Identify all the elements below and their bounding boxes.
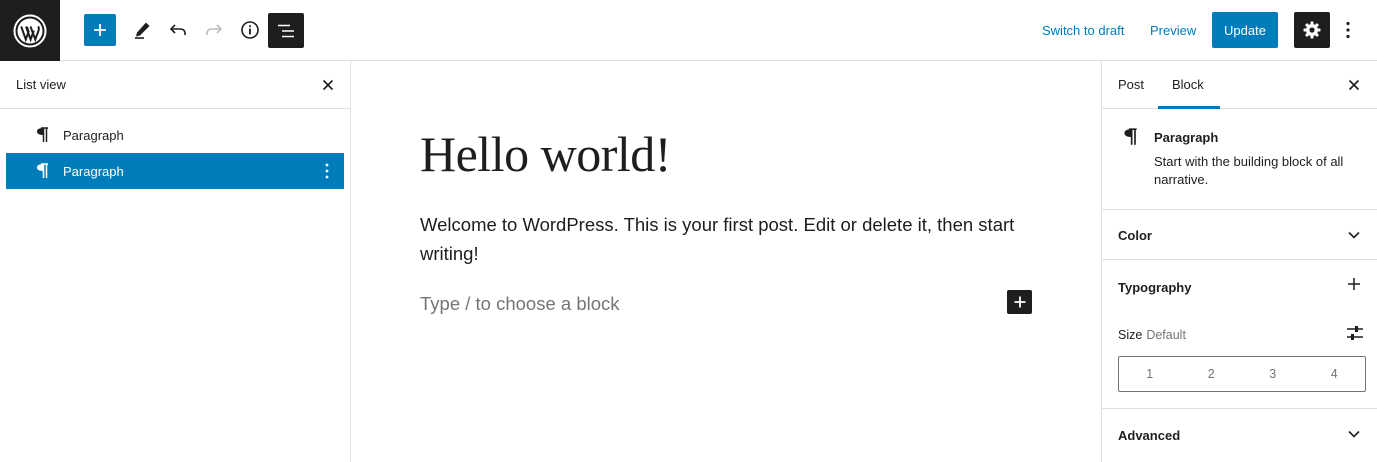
block-card: Paragraph Start with the building block … [1102,109,1377,210]
wordpress-logo-button[interactable] [0,0,60,61]
switch-to-draft-button[interactable]: Switch to draft [1042,23,1124,38]
options-menu-button[interactable] [1338,14,1358,46]
block-options-button[interactable] [317,161,337,181]
sidebar-tabs: Post Block [1102,61,1377,109]
typography-options-button[interactable] [1344,274,1364,294]
tab-post[interactable]: Post [1118,77,1144,92]
paragraph-block[interactable]: Welcome to WordPress. This is your first… [420,210,1020,268]
redo-button[interactable] [198,14,230,46]
block-placeholder[interactable]: Type / to choose a block [420,293,620,315]
update-button[interactable]: Update [1212,12,1278,48]
pencil-icon [135,22,150,39]
list-view-item[interactable]: Paragraph [6,117,344,153]
sliders-icon [1347,326,1363,340]
list-view-title: List view [16,77,66,92]
font-size-label: Size Default [1118,328,1186,342]
font-size-picker: 1 2 3 4 [1118,356,1366,392]
more-vertical-icon [325,163,329,179]
plus-icon [94,24,106,36]
color-panel-title: Color [1118,228,1152,243]
font-size-value: Default [1146,328,1186,342]
advanced-panel[interactable]: Advanced [1102,409,1377,462]
advanced-panel-toggle[interactable] [1344,424,1364,444]
undo-icon [169,24,186,35]
wordpress-icon [13,14,47,47]
paragraph-icon [37,163,48,178]
undo-button[interactable] [162,14,194,46]
redo-icon [206,24,223,35]
tab-block[interactable]: Block [1172,77,1204,92]
close-icon [1348,79,1360,91]
settings-button[interactable] [1294,12,1330,48]
typography-panel: Typography Size Default 1 2 3 4 [1102,260,1377,409]
plus-icon [1348,278,1360,290]
gear-icon [1303,21,1321,39]
font-size-option[interactable]: 4 [1304,367,1366,381]
tools-button[interactable] [126,14,158,46]
paragraph-icon [1124,128,1137,145]
list-view-item-label: Paragraph [63,128,124,143]
settings-sidebar: Post Block Paragraph Start with the buil… [1101,61,1377,462]
list-view-item-label: Paragraph [63,164,124,179]
list-view-item-selected[interactable]: Paragraph [6,153,344,189]
info-icon [241,21,259,39]
close-list-view-button[interactable] [318,75,338,95]
font-size-label-text: Size [1118,328,1143,342]
chevron-down-icon [1348,430,1360,438]
block-card-title: Paragraph [1154,130,1219,145]
editor-canvas: Hello world! Welcome to WordPress. This … [351,61,1101,462]
plus-icon [1014,296,1025,308]
close-icon [322,79,334,91]
custom-size-toggle[interactable] [1344,322,1366,344]
font-size-option[interactable]: 3 [1242,367,1304,381]
color-panel[interactable]: Color [1102,210,1377,260]
list-view-header: List view [0,61,350,109]
font-size-option[interactable]: 1 [1119,367,1181,381]
inline-add-block-button[interactable] [1007,290,1032,314]
close-settings-button[interactable] [1344,75,1364,95]
color-panel-toggle[interactable] [1344,225,1364,245]
advanced-panel-title: Advanced [1118,428,1181,443]
paragraph-icon [37,127,48,142]
chevron-down-icon [1348,231,1360,239]
list-view-panel: List view Paragraph Paragraph [0,61,351,462]
block-card-description: Start with the building block of all nar… [1154,154,1344,187]
list-view-icon [278,24,294,37]
list-view-button[interactable] [268,13,304,48]
post-title[interactable]: Hello world! [420,125,671,183]
add-block-button[interactable] [84,14,116,46]
preview-button[interactable]: Preview [1150,23,1196,38]
details-button[interactable] [234,14,266,46]
editor-header: Switch to draft Preview Update [0,0,1377,61]
font-size-option[interactable]: 2 [1181,367,1243,381]
typography-panel-title: Typography [1118,280,1192,295]
more-vertical-icon [1346,21,1350,39]
